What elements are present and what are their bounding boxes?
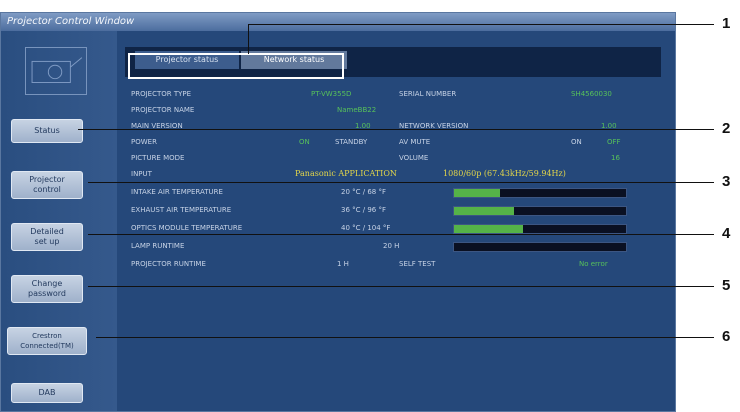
exhaust-temp-bar bbox=[453, 206, 627, 216]
status-row-projector-type: PROJECTOR TYPE PT-VW355D SERIAL NUMBER S… bbox=[131, 87, 647, 101]
exhaust-temp-label: EXHAUST AIR TEMPERATURE bbox=[131, 206, 232, 214]
power-on-value: ON bbox=[299, 138, 310, 146]
detailed-setup-button[interactable]: Detailed set up bbox=[11, 223, 83, 251]
callout-number-3: 3 bbox=[722, 173, 731, 190]
projector-runtime-value: 1 H bbox=[337, 260, 349, 268]
callout-leader-5 bbox=[88, 286, 714, 287]
dab-button[interactable]: DAB bbox=[11, 383, 83, 403]
intake-temp-value: 20 °C / 68 °F bbox=[341, 188, 386, 196]
projector-runtime-label: PROJECTOR RUNTIME bbox=[131, 260, 206, 268]
status-row-lamp-runtime: LAMP RUNTIME 20 H bbox=[131, 239, 647, 253]
input-source-value: Panasonic APPLICATION bbox=[295, 169, 397, 178]
intake-temp-label: INTAKE AIR TEMPERATURE bbox=[131, 188, 223, 196]
av-mute-on-value: ON bbox=[571, 138, 582, 146]
av-mute-label: AV MUTE bbox=[399, 138, 431, 146]
callout-leader-2 bbox=[78, 129, 714, 130]
exhaust-temp-fill bbox=[454, 207, 515, 215]
tab-highlight-frame bbox=[128, 53, 344, 79]
volume-value: 16 bbox=[611, 154, 620, 162]
status-row-power: POWER ON STANDBY AV MUTE ON OFF bbox=[131, 135, 647, 149]
exhaust-temp-value: 36 °C / 96 °F bbox=[341, 206, 386, 214]
lamp-runtime-label: LAMP RUNTIME bbox=[131, 242, 185, 250]
network-version-value: 1.00 bbox=[601, 122, 617, 130]
projector-name-label: PROJECTOR NAME bbox=[131, 106, 195, 114]
status-row-intake-temp: INTAKE AIR TEMPERATURE 20 °C / 68 °F bbox=[131, 185, 647, 199]
projector-type-label: PROJECTOR TYPE bbox=[131, 90, 192, 98]
callout-number-4: 4 bbox=[722, 225, 731, 242]
status-row-projector-name: PROJECTOR NAME NameBB22 bbox=[131, 103, 647, 117]
input-label: INPUT bbox=[131, 170, 152, 178]
main-version-value: 1.00 bbox=[355, 122, 371, 130]
power-standby-value: STANDBY bbox=[335, 138, 368, 146]
crestron-connected-button[interactable]: Crestron Connected(TM) bbox=[7, 327, 87, 355]
picture-mode-label: PICTURE MODE bbox=[131, 154, 185, 162]
callout-leader-4 bbox=[88, 234, 714, 235]
status-row-projector-runtime: PROJECTOR RUNTIME 1 H SELF TEST No error bbox=[131, 257, 647, 271]
optics-temp-value: 40 °C / 104 °F bbox=[341, 224, 391, 232]
serial-number-label: SERIAL NUMBER bbox=[399, 90, 457, 98]
window-title: Projector Control Window bbox=[1, 13, 675, 31]
status-row-picture-mode: PICTURE MODE VOLUME 16 bbox=[131, 151, 647, 165]
callout-leader-3 bbox=[88, 182, 714, 183]
lamp-runtime-value: 20 H bbox=[383, 242, 400, 250]
callout-leader-1 bbox=[248, 24, 714, 25]
intake-temp-bar bbox=[453, 188, 627, 198]
status-row-exhaust-temp: EXHAUST AIR TEMPERATURE 36 °C / 96 °F bbox=[131, 203, 647, 217]
serial-number-value: SH4560030 bbox=[571, 90, 612, 98]
power-label: POWER bbox=[131, 138, 157, 146]
self-test-value: No error bbox=[579, 260, 608, 268]
callout-number-1: 1 bbox=[722, 15, 731, 32]
optics-temp-label: OPTICS MODULE TEMPERATURE bbox=[131, 224, 243, 232]
projector-name-value: NameBB22 bbox=[337, 106, 377, 114]
status-row-input: INPUT Panasonic APPLICATION 1080/60p (67… bbox=[131, 167, 647, 181]
projector-logo-icon bbox=[25, 47, 87, 95]
callout-number-6: 6 bbox=[722, 328, 731, 345]
callout-leader-6 bbox=[96, 337, 714, 338]
callout-number-2: 2 bbox=[722, 120, 731, 137]
status-row-version: MAIN VERSION 1.00 NETWORK VERSION 1.00 bbox=[131, 119, 647, 133]
optics-temp-bar bbox=[453, 224, 627, 234]
main-version-label: MAIN VERSION bbox=[131, 122, 183, 130]
projector-control-button[interactable]: Projector control bbox=[11, 171, 83, 199]
volume-label: VOLUME bbox=[399, 154, 429, 162]
av-mute-off-value: OFF bbox=[607, 138, 621, 146]
main-panel: Projector status Network status PROJECTO… bbox=[117, 31, 675, 411]
lamp-runtime-bar bbox=[453, 242, 627, 252]
input-signal-value: 1080/60p (67.43kHz/59.94Hz) bbox=[443, 169, 566, 178]
optics-temp-fill bbox=[454, 225, 523, 233]
intake-temp-fill bbox=[454, 189, 501, 197]
network-version-label: NETWORK VERSION bbox=[399, 122, 469, 130]
sidebar: Status Projector control Detailed set up… bbox=[1, 31, 117, 411]
status-button[interactable]: Status bbox=[11, 119, 83, 143]
callout-number-5: 5 bbox=[722, 277, 731, 294]
callout-leader-1-drop bbox=[248, 24, 249, 54]
status-row-optics-temp: OPTICS MODULE TEMPERATURE 40 °C / 104 °F bbox=[131, 221, 647, 235]
change-password-button[interactable]: Change password bbox=[11, 275, 83, 303]
self-test-label: SELF TEST bbox=[399, 260, 436, 268]
projector-type-value: PT-VW355D bbox=[311, 90, 352, 98]
